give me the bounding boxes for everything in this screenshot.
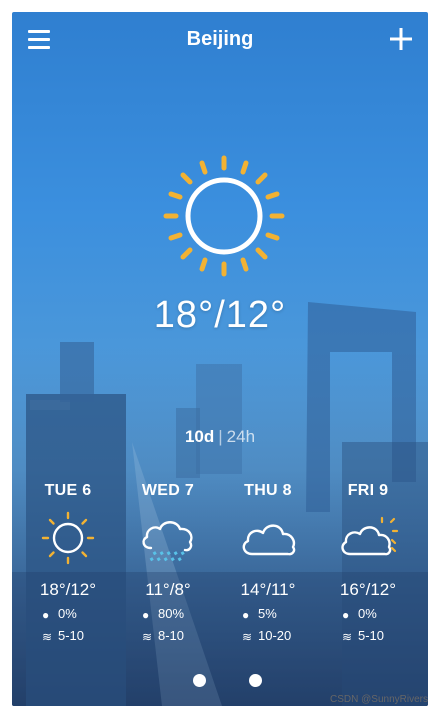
- page-dot[interactable]: [193, 674, 206, 687]
- watermark: CSDN @SunnyRivers: [330, 694, 428, 705]
- cloud-icon: [237, 510, 299, 566]
- wind-row: ≋ 5-10: [16, 628, 120, 644]
- city-title[interactable]: Beijing: [12, 28, 428, 51]
- forecast-day[interactable]: TUE 6 18°/12° ● 0% ≋ 5-10: [16, 478, 120, 668]
- raindrops-icon: ●: [342, 607, 350, 622]
- wind-icon: ≋: [42, 629, 53, 644]
- raindrops-icon: ●: [42, 607, 50, 622]
- forecast-day-name: TUE 6: [44, 482, 92, 499]
- partly-cloudy-icon: [337, 510, 399, 566]
- sun-icon: [160, 152, 288, 280]
- forecast-temperature: 14°/11°: [240, 580, 296, 599]
- wind-value: 5-10: [58, 628, 85, 643]
- forecast-day[interactable]: THU 8 14°/11° ● 5% ≋ 10-20: [216, 478, 320, 668]
- top-bar: Beijing: [12, 12, 428, 66]
- precipitation-row: ● 0%: [16, 606, 120, 622]
- forecast-day-name: WED 7: [141, 482, 195, 499]
- rain-cloud-icon: [137, 510, 199, 566]
- wind-icon: ≋: [342, 629, 353, 644]
- forecast-temperature: 11°/8°: [145, 580, 191, 599]
- sun-icon: [37, 510, 99, 566]
- toggle-divider: |: [218, 427, 223, 446]
- wind-icon: ≋: [142, 629, 153, 644]
- forecast-temperature: 16°/12°: [339, 580, 397, 599]
- wind-value: 8-10: [158, 628, 185, 643]
- wind-icon: ≋: [242, 629, 253, 644]
- weather-app-screen: Beijing 18°/12° 10d | 24h TUE 6 18°/12° …: [12, 12, 428, 706]
- page-dot[interactable]: [249, 674, 262, 687]
- range-toggle: 10d | 24h: [12, 427, 428, 447]
- precipitation-row: ● 0%: [316, 606, 420, 622]
- forecast-temperature: 18°/12°: [39, 580, 97, 599]
- current-temperature: 18°/12°: [153, 294, 287, 336]
- wind-row: ≋ 8-10: [116, 628, 220, 644]
- wind-row: ≋ 10-20: [216, 628, 320, 644]
- tab-24h[interactable]: 24h: [227, 427, 255, 446]
- forecast-day-name: FRI 9: [347, 482, 389, 499]
- forecast-day-name: THU 8: [244, 482, 292, 499]
- precipitation-value: 0%: [58, 606, 77, 621]
- precipitation-value: 0%: [358, 606, 377, 621]
- raindrops-icon: ●: [142, 607, 150, 622]
- precipitation-value: 5%: [258, 606, 277, 621]
- precipitation-row: ● 80%: [116, 606, 220, 622]
- precipitation-row: ● 5%: [216, 606, 320, 622]
- forecast-day[interactable]: WED 7 11°/8° ● 80% ≋ 8-10: [116, 478, 220, 668]
- wind-value: 10-20: [258, 628, 292, 643]
- forecast-day[interactable]: FRI 9 16°/12° ● 0% ≋ 5-10: [316, 478, 420, 668]
- page-dot-current[interactable]: [221, 674, 234, 687]
- page-indicator: [12, 672, 428, 688]
- raindrops-icon: ●: [242, 607, 250, 622]
- forecast-list: TUE 6 18°/12° ● 0% ≋ 5-10 WED 7 11°/8° ●…: [12, 478, 428, 668]
- precipitation-value: 80%: [158, 606, 185, 621]
- wind-value: 5-10: [358, 628, 385, 643]
- tab-10d[interactable]: 10d: [185, 427, 214, 446]
- wind-row: ≋ 5-10: [316, 628, 420, 644]
- plus-icon[interactable]: [388, 26, 414, 52]
